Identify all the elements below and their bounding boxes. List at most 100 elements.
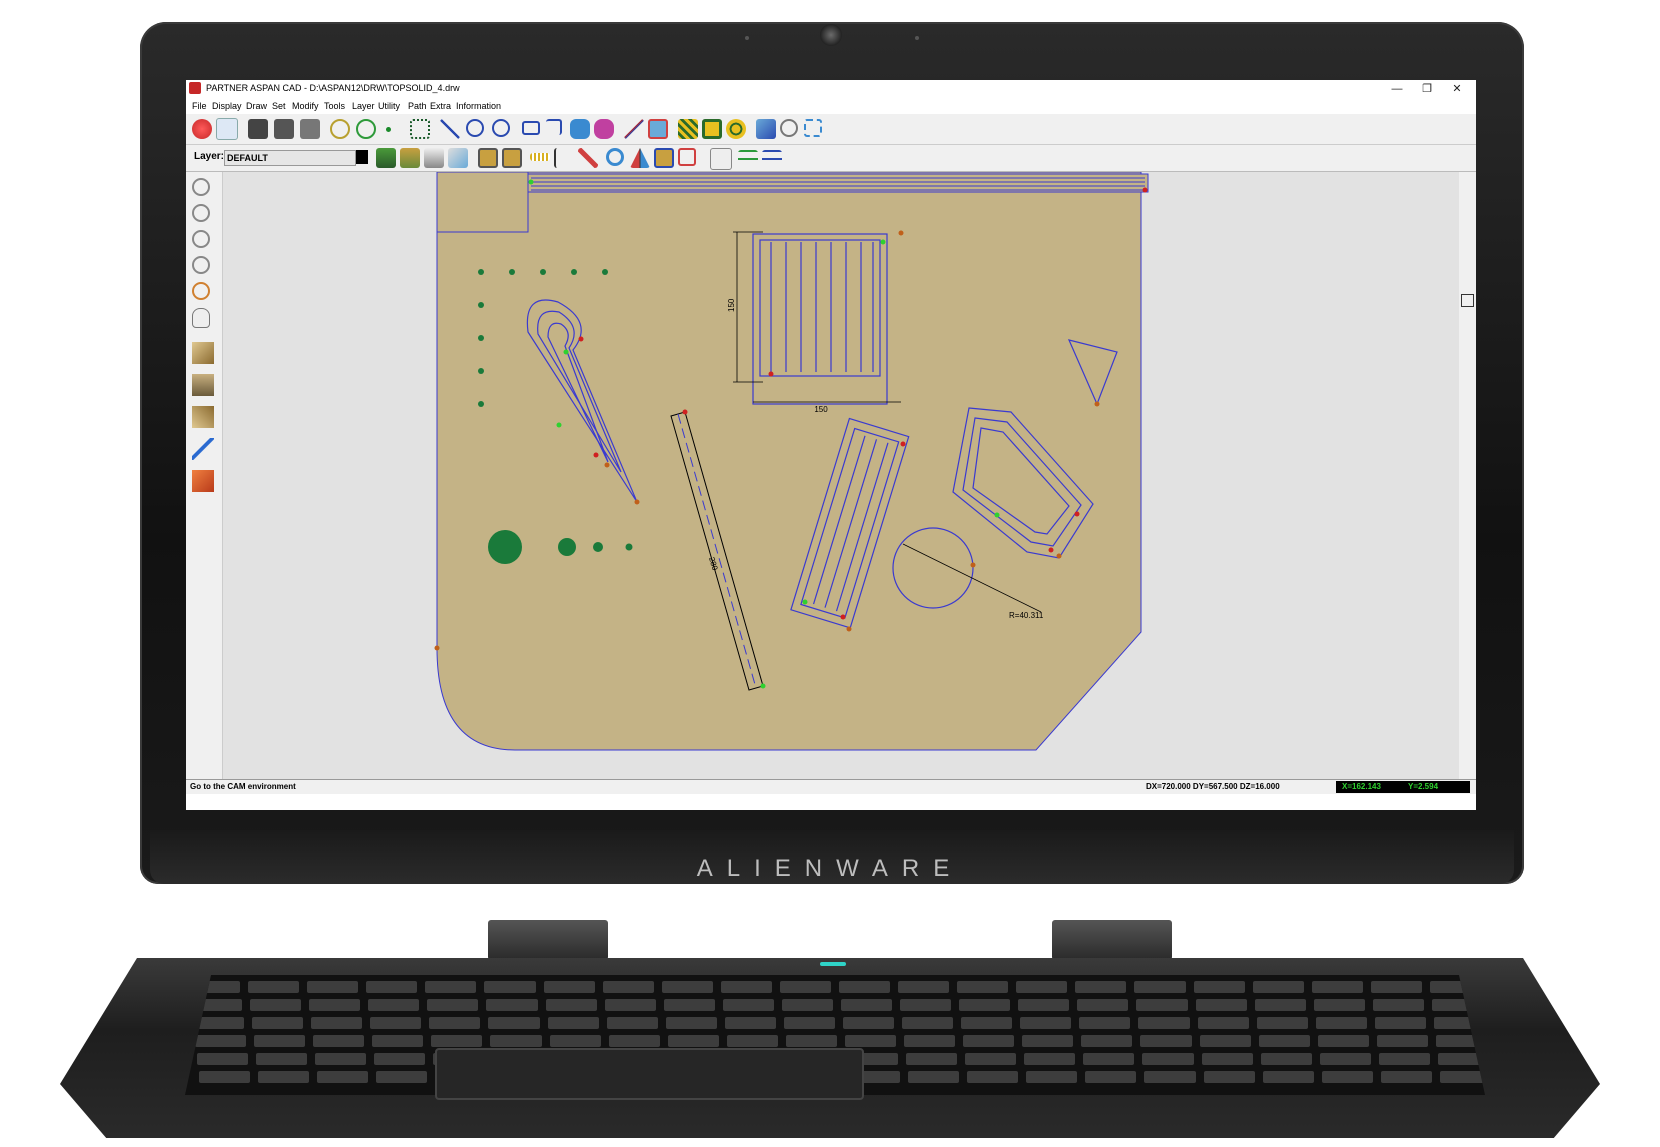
zoom-prev-icon[interactable]: [192, 178, 210, 196]
keyboard-key: [602, 981, 654, 993]
pan-hand-icon[interactable]: [192, 308, 210, 328]
link-icon[interactable]: [780, 119, 798, 137]
drawing-canvas[interactable]: 150 150 280 R=40.311: [223, 171, 1459, 779]
keyboard-key: [1260, 1053, 1312, 1065]
menu-draw[interactable]: Draw: [246, 101, 267, 111]
layer-select[interactable]: DEFAULT: [224, 150, 356, 166]
contour-icon[interactable]: [702, 119, 722, 139]
mirror-icon[interactable]: [630, 148, 650, 168]
redo-icon[interactable]: [356, 119, 376, 139]
menu-set[interactable]: Set: [272, 101, 286, 111]
move-icon[interactable]: [804, 119, 822, 137]
keyboard-key: [839, 981, 891, 993]
keyboard-key: [197, 1053, 249, 1065]
keyboard-key: [1018, 999, 1070, 1011]
curve-view-icon[interactable]: [192, 438, 214, 460]
menu-file[interactable]: File: [192, 101, 207, 111]
polyline-icon[interactable]: [546, 119, 562, 135]
eraser-icon[interactable]: [756, 119, 776, 139]
zoom-out-icon[interactable]: [192, 230, 210, 248]
zoom-all-icon[interactable]: [192, 282, 210, 300]
hatch-icon[interactable]: [678, 119, 698, 139]
keyboard-key: [1134, 981, 1186, 993]
document-icon[interactable]: [710, 148, 732, 170]
view-3d-icon[interactable]: [192, 342, 214, 364]
keyboard-key: [1321, 1071, 1373, 1083]
zoom-window-icon[interactable]: [192, 256, 210, 274]
cad-drawing[interactable]: 150 150 280 R=40.311: [223, 171, 1459, 779]
path-sequence-icon[interactable]: [762, 150, 782, 166]
axis-icon[interactable]: [1461, 294, 1474, 307]
print-icon[interactable]: [300, 119, 320, 139]
keyboard-key: [785, 1035, 837, 1047]
keyboard-key: [661, 981, 713, 993]
menu-layer[interactable]: Layer: [352, 101, 375, 111]
keyboard-key: [315, 1053, 367, 1065]
layer-transform-icon[interactable]: [448, 148, 468, 168]
keyboard-key: [1258, 1035, 1310, 1047]
menu-tools[interactable]: Tools: [324, 101, 345, 111]
restore-button[interactable]: ❐: [1412, 81, 1442, 97]
brand-logo: ALIENWARE: [696, 855, 964, 882]
menu-display[interactable]: Display: [212, 101, 242, 111]
point-icon[interactable]: [386, 127, 391, 132]
mic-dot: [915, 36, 919, 40]
keyboard-key: [606, 1017, 658, 1029]
save-as-icon[interactable]: [274, 119, 294, 139]
minimize-button[interactable]: —: [1382, 81, 1412, 97]
dimension-h-icon[interactable]: [478, 148, 498, 168]
ruler-icon[interactable]: [530, 153, 550, 161]
keyboard-key: [1197, 1017, 1249, 1029]
keyboard-key: [898, 981, 950, 993]
view-top-icon[interactable]: [192, 374, 214, 396]
keyboard-key: [904, 1035, 956, 1047]
menu-extra[interactable]: Extra: [430, 101, 451, 111]
xy-measure-icon[interactable]: [554, 148, 576, 168]
menu-utility[interactable]: Utility: [378, 101, 400, 111]
keyboard-key: [1376, 1035, 1428, 1047]
dim-horizontal: 150: [814, 405, 828, 414]
spiral-icon[interactable]: [726, 119, 746, 139]
close-button[interactable]: ✕: [1442, 81, 1472, 97]
hinge-left: [488, 920, 608, 960]
view-iso-icon[interactable]: [192, 406, 214, 428]
path-order-icon[interactable]: [738, 150, 758, 166]
layers-icon[interactable]: [376, 148, 396, 168]
undo-icon[interactable]: [330, 119, 350, 139]
array-icon[interactable]: [654, 148, 674, 168]
fillet-icon[interactable]: [570, 119, 590, 139]
keyboard-key: [1081, 1035, 1133, 1047]
dimension-v-icon[interactable]: [502, 148, 522, 168]
keyboard-key: [1380, 1071, 1432, 1083]
keyboard-key: [1022, 1035, 1074, 1047]
save-icon[interactable]: [248, 119, 268, 139]
keyboard-key: [781, 999, 833, 1011]
layers-add-icon[interactable]: [400, 148, 420, 168]
layer-color-swatch[interactable]: [356, 150, 368, 164]
circle-icon[interactable]: [492, 119, 510, 137]
power-icon[interactable]: [192, 119, 212, 139]
menu-information[interactable]: Information: [456, 101, 501, 111]
line-icon[interactable]: [440, 119, 460, 139]
cut-icon[interactable]: [578, 148, 598, 168]
rectangle-icon[interactable]: [522, 121, 540, 135]
keyboard-key: [1140, 1035, 1192, 1047]
keyboard-key: [961, 1017, 1013, 1029]
spline-icon[interactable]: [594, 119, 614, 139]
keyboard-key: [783, 1017, 835, 1029]
scale-icon[interactable]: [678, 148, 696, 166]
rotate-icon[interactable]: [606, 148, 624, 166]
menu-path[interactable]: Path: [408, 101, 427, 111]
offset-icon[interactable]: [624, 119, 644, 139]
solid-view-icon[interactable]: [192, 470, 214, 492]
cam-environment-icon[interactable]: [216, 118, 238, 140]
menu-modify[interactable]: Modify: [292, 101, 319, 111]
main-toolbar: [186, 114, 1476, 145]
pocket-icon[interactable]: [648, 119, 668, 139]
grid-points-icon[interactable]: [410, 119, 430, 139]
keyboard-key: [722, 999, 774, 1011]
arc-icon[interactable]: [466, 119, 484, 137]
zoom-in-icon[interactable]: [192, 204, 210, 222]
keyboard-key: [372, 1035, 424, 1047]
layers-stack-icon[interactable]: [424, 148, 444, 168]
